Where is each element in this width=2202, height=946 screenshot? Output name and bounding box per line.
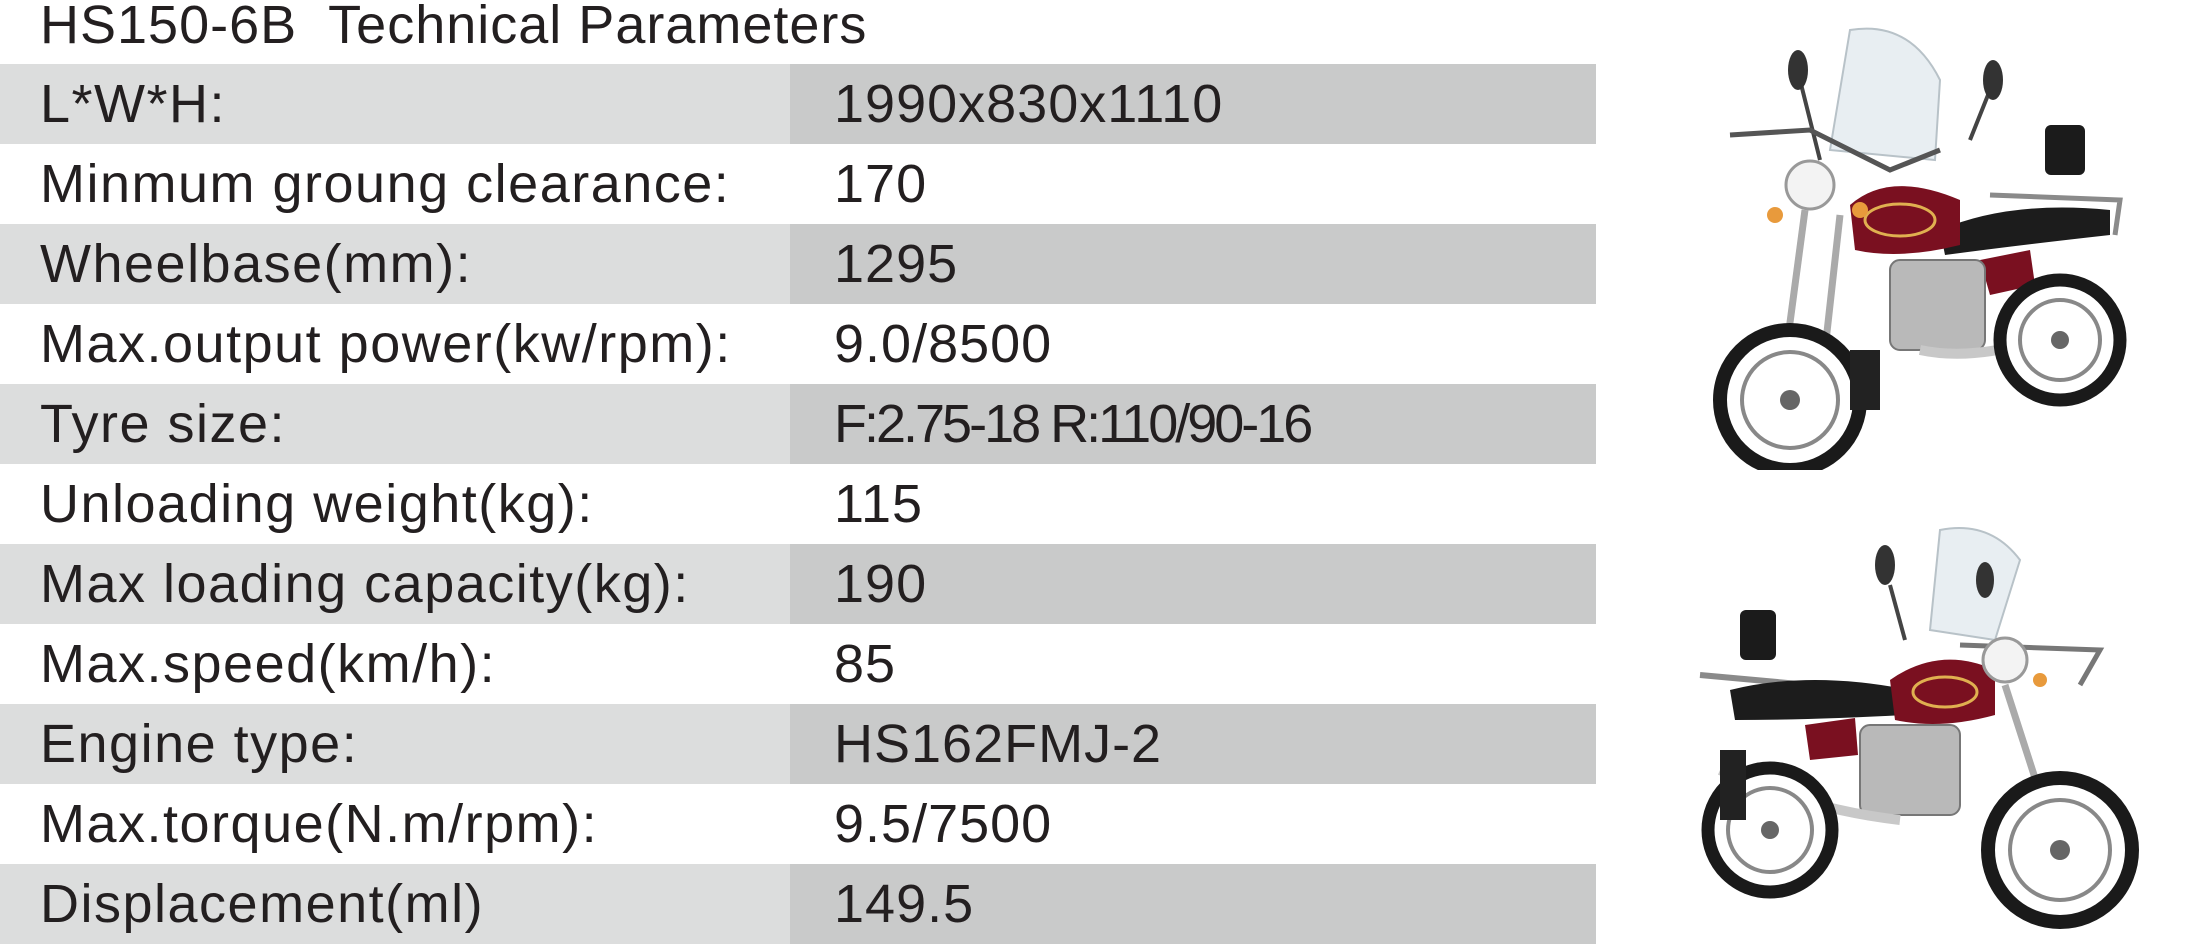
- spec-row-max-torque: Max.torque(N.m/rpm): 9.5/7500: [0, 784, 1596, 864]
- spec-row-engine-type: Engine type: HS162FMJ-2: [0, 704, 1596, 784]
- spec-label: Engine type:: [0, 704, 790, 784]
- spec-row-loading-capacity: Max loading capacity(kg): 190: [0, 544, 1596, 624]
- spec-value: HS162FMJ-2: [790, 704, 1596, 784]
- spec-label: Tyre size:: [0, 384, 790, 464]
- spec-value: 9.5/7500: [790, 784, 1596, 864]
- spec-value: 1990x830x1110: [790, 64, 1596, 144]
- spec-row-output-power: Max.output power(kw/rpm): 9.0/8500: [0, 304, 1596, 384]
- spec-label: Max.speed(km/h):: [0, 624, 790, 704]
- spec-row-ground-clearance: Minmum groung clearance: 170: [0, 144, 1596, 224]
- motorcycle-side-view-icon: [1699, 527, 2139, 929]
- spec-label: Displacement(ml): [0, 864, 790, 944]
- spec-value: F:2.75-18 R:110/90-16: [790, 384, 1596, 464]
- spec-label: Minmum groung clearance:: [0, 144, 790, 224]
- spec-value: 9.0/8500: [790, 304, 1596, 384]
- page-title: HS150-6B Technical Parameters: [40, 0, 868, 55]
- spec-row-displacement: Displacement(ml) 149.5: [0, 864, 1596, 944]
- spec-label: Max.output power(kw/rpm):: [0, 304, 790, 384]
- spec-label: Wheelbase(mm):: [0, 224, 790, 304]
- spec-table: L*W*H: 1990x830x1110 Minmum groung clear…: [0, 64, 1596, 944]
- spec-value: 190: [790, 544, 1596, 624]
- spec-value: 115: [790, 464, 1596, 544]
- spec-row-wheelbase: Wheelbase(mm): 1295: [0, 224, 1596, 304]
- spec-value: 170: [790, 144, 1596, 224]
- spec-row-dimensions: L*W*H: 1990x830x1110: [0, 64, 1596, 144]
- spec-value: 1295: [790, 224, 1596, 304]
- spec-value: 85: [790, 624, 1596, 704]
- spec-row-max-speed: Max.speed(km/h): 85: [0, 624, 1596, 704]
- spec-label: Unloading weight(kg):: [0, 464, 790, 544]
- spec-label: L*W*H:: [0, 64, 790, 144]
- motorcycle-photo-front: [1690, 20, 2150, 470]
- spec-row-tyre-size: Tyre size: F:2.75-18 R:110/90-16: [0, 384, 1596, 464]
- spec-label: Max loading capacity(kg):: [0, 544, 790, 624]
- spec-row-unloading-weight: Unloading weight(kg): 115: [0, 464, 1596, 544]
- spec-value: 149.5: [790, 864, 1596, 944]
- motorcycle-photo-side: [1660, 520, 2150, 940]
- spec-label: Max.torque(N.m/rpm):: [0, 784, 790, 864]
- motorcycle-front-three-quarter-icon: [1713, 27, 2127, 470]
